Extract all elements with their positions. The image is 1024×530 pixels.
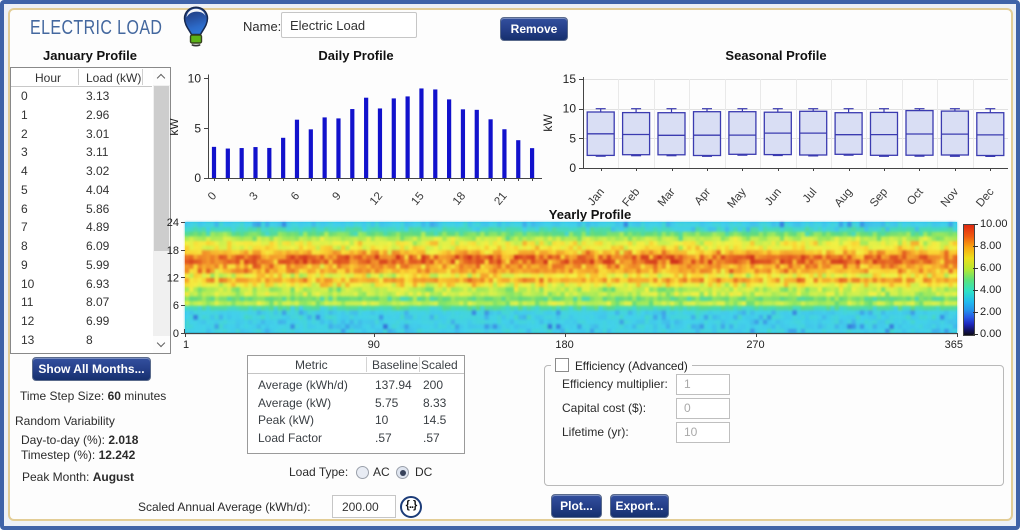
svg-text:12: 12 <box>167 273 179 285</box>
svg-text:180: 180 <box>555 339 573 351</box>
svg-text:6: 6 <box>289 190 302 203</box>
svg-text:3: 3 <box>247 190 260 203</box>
svg-text:0: 0 <box>206 190 219 203</box>
svg-text:10: 10 <box>563 102 577 116</box>
svg-text:kW: kW <box>170 118 181 136</box>
svg-text:6: 6 <box>173 300 179 312</box>
svg-text:5: 5 <box>569 131 576 145</box>
svg-text:270: 270 <box>746 339 764 351</box>
svg-text:1: 1 <box>183 339 189 351</box>
svg-text:24: 24 <box>167 217 179 229</box>
svg-text:365: 365 <box>945 339 963 351</box>
svg-text:kW: kW <box>541 114 555 132</box>
svg-text:5: 5 <box>194 121 201 135</box>
svg-text:15: 15 <box>563 72 577 86</box>
svg-text:9: 9 <box>330 190 343 203</box>
svg-text:Jul: Jul <box>801 186 820 205</box>
svg-text:0: 0 <box>569 161 576 175</box>
svg-text:0: 0 <box>173 328 179 340</box>
svg-text:0: 0 <box>194 171 201 185</box>
svg-text:18: 18 <box>167 245 179 257</box>
svg-text:90: 90 <box>368 339 380 351</box>
svg-text:10: 10 <box>188 72 202 86</box>
